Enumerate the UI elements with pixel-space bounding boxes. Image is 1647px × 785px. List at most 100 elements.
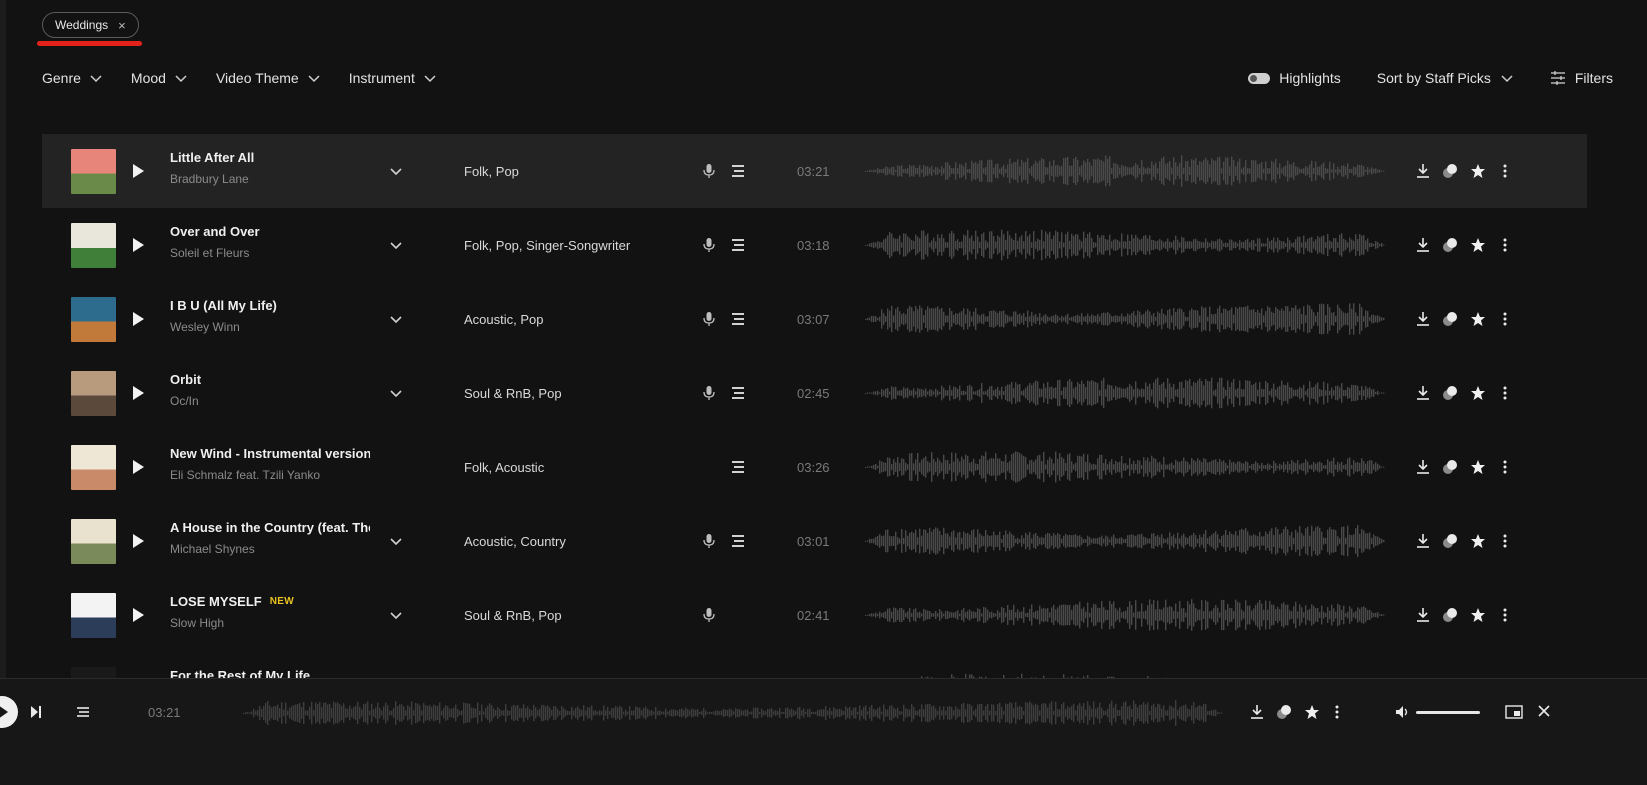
track-genres[interactable]: Folk, Pop, Singer-Songwriter [464,238,630,253]
track-row[interactable]: Orbit Oc/In Soul & RnB, Pop 02:45 [42,356,1587,430]
track-title-row[interactable]: New Wind - Instrumental version [170,446,370,461]
track-artist[interactable]: Slow High [170,616,370,630]
track-row[interactable]: A House in the Country (feat. The Michae… [42,504,1587,578]
stems-icon[interactable] [730,386,746,400]
track-genres[interactable]: Acoustic, Pop [464,312,544,327]
track-artist[interactable]: Oc/In [170,394,370,408]
download-icon[interactable] [1415,163,1431,179]
play-icon[interactable] [130,237,146,253]
play-icon[interactable] [130,459,146,475]
play-icon[interactable] [130,533,146,549]
stems-icon[interactable] [730,238,746,252]
microphone-icon[interactable] [702,163,716,179]
queue-icon[interactable] [76,705,90,719]
track-title-row[interactable]: A House in the Country (feat. The [170,520,370,535]
microphone-icon[interactable] [702,533,716,549]
star-icon[interactable] [1470,533,1486,549]
download-icon[interactable] [1415,533,1431,549]
more-vertical-icon[interactable] [1497,311,1513,327]
filters-button[interactable]: Filters [1550,70,1613,86]
play-icon[interactable] [130,385,146,401]
track-row[interactable]: LOSE MYSELF NEW Slow High Soul & RnB, Po… [42,578,1587,652]
play-icon[interactable] [130,311,146,327]
track-genres[interactable]: Folk, Acoustic [464,460,544,475]
filter-video-theme[interactable]: Video Theme [216,70,321,86]
track-artist[interactable]: Soleil et Fleurs [170,246,370,260]
track-title[interactable]: Little After All [170,150,254,165]
microphone-icon[interactable] [702,237,716,253]
skip-next-icon[interactable] [30,705,42,719]
chevron-down-icon[interactable] [389,386,403,400]
track-waveform[interactable] [865,376,1385,410]
stems-icon[interactable] [730,460,746,474]
similar-icon[interactable] [1442,459,1458,475]
track-title-row[interactable]: Orbit [170,372,370,387]
download-icon[interactable] [1415,607,1431,623]
track-row[interactable]: Little After All Bradbury Lane Folk, Pop… [42,134,1587,208]
microphone-icon[interactable] [702,607,716,623]
chevron-down-icon[interactable] [389,164,403,178]
play-icon[interactable] [130,163,146,179]
star-icon[interactable] [1470,459,1486,475]
sort-dropdown[interactable]: Sort by Staff Picks [1377,70,1514,86]
star-icon[interactable] [1304,704,1320,720]
similar-icon[interactable] [1442,385,1458,401]
more-vertical-icon[interactable] [1497,163,1513,179]
track-waveform[interactable] [865,524,1385,558]
track-waveform[interactable] [865,598,1385,632]
star-icon[interactable] [1470,607,1486,623]
download-icon[interactable] [1415,311,1431,327]
album-art[interactable] [71,518,116,564]
track-title[interactable]: LOSE MYSELF [170,594,262,609]
star-icon[interactable] [1470,385,1486,401]
microphone-icon[interactable] [702,311,716,327]
active-filter-chip[interactable]: Weddings × [42,12,139,38]
player-waveform[interactable] [243,699,1223,727]
album-art[interactable] [71,148,116,194]
track-artist[interactable]: Eli Schmalz feat. Tzili Yanko [170,468,370,482]
download-icon[interactable] [1250,704,1264,720]
volume-slider[interactable] [1416,711,1480,714]
track-artist[interactable]: Wesley Winn [170,320,370,334]
track-genres[interactable]: Soul & RnB, Pop [464,386,562,401]
chevron-down-icon[interactable] [389,312,403,326]
track-title[interactable]: I B U (All My Life) [170,298,277,313]
track-waveform[interactable] [865,154,1385,188]
track-title-row[interactable]: I B U (All My Life) [170,298,370,313]
track-genres[interactable]: Acoustic, Country [464,534,566,549]
album-art[interactable] [71,444,116,490]
track-title[interactable]: Over and Over [170,224,260,239]
remove-chip-icon[interactable]: × [118,18,126,33]
stems-icon[interactable] [730,312,746,326]
track-title-row[interactable]: Little After All [170,150,370,165]
similar-icon[interactable] [1442,533,1458,549]
filter-instrument[interactable]: Instrument [349,70,437,86]
more-vertical-icon[interactable] [1497,237,1513,253]
volume-icon[interactable] [1395,705,1411,719]
track-row[interactable]: Over and Over Soleil et Fleurs Folk, Pop… [42,208,1587,282]
album-art[interactable] [71,370,116,416]
download-icon[interactable] [1415,459,1431,475]
track-title[interactable]: Orbit [170,372,201,387]
track-genres[interactable]: Folk, Pop [464,164,519,179]
more-vertical-icon[interactable] [1497,459,1513,475]
track-waveform[interactable] [865,302,1385,336]
picture-in-picture-icon[interactable] [1505,705,1523,719]
track-title[interactable]: New Wind - Instrumental version [170,446,370,461]
album-art[interactable] [71,222,116,268]
chevron-down-icon[interactable] [389,238,403,252]
track-title-row[interactable]: Over and Over [170,224,370,239]
microphone-icon[interactable] [702,385,716,401]
track-row[interactable]: I B U (All My Life) Wesley Winn Acoustic… [42,282,1587,356]
track-title-row[interactable]: LOSE MYSELF NEW [170,594,370,609]
play-icon[interactable] [0,695,20,729]
highlights-toggle[interactable]: Highlights [1248,70,1341,86]
track-title[interactable]: A House in the Country (feat. The [170,520,370,535]
more-vertical-icon[interactable] [1497,385,1513,401]
album-art[interactable] [71,592,116,638]
track-artist[interactable]: Michael Shynes [170,542,370,556]
similar-icon[interactable] [1442,311,1458,327]
track-waveform[interactable] [865,228,1385,262]
album-art[interactable] [71,296,116,342]
star-icon[interactable] [1470,163,1486,179]
